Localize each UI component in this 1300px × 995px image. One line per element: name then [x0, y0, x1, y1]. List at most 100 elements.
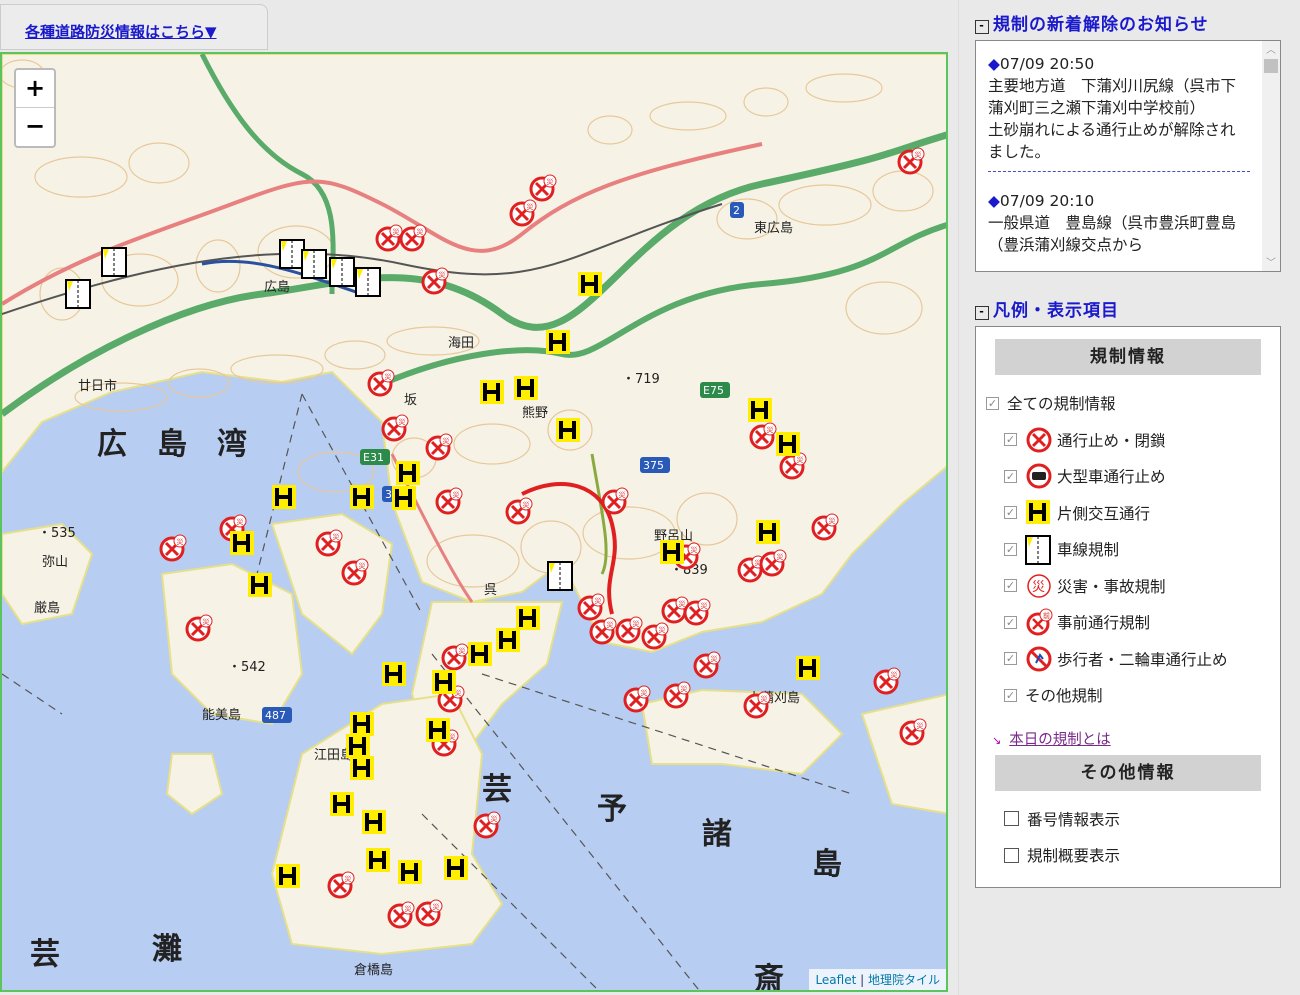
- svg-text:災: 災: [453, 491, 460, 499]
- svg-text:E31: E31: [363, 451, 384, 464]
- route-shield: E31: [360, 449, 390, 465]
- svg-text:災: 災: [459, 647, 466, 655]
- zoom-in-button[interactable]: +: [16, 70, 54, 107]
- svg-text:災: 災: [595, 597, 602, 605]
- divider: [988, 171, 1250, 172]
- news-time: ◆07/09 20:50: [988, 55, 1095, 73]
- news-time: ◆07/09 20:10: [988, 192, 1095, 210]
- regulation-header: 規制情報: [995, 339, 1261, 375]
- legend-label: 車線規制: [1057, 541, 1120, 560]
- legend-item-pedestrian-closure[interactable]: ✓ 歩行者・二輪車通行止め: [1004, 641, 1280, 678]
- legend-label: 災害・事故規制: [1057, 577, 1166, 596]
- svg-text:災: 災: [701, 602, 708, 610]
- place-label: 芸: [482, 772, 512, 807]
- legend-label: 大型車通行止め: [1057, 468, 1166, 487]
- checkbox[interactable]: ✓: [1004, 688, 1017, 702]
- place-label: 芸: [30, 937, 60, 972]
- svg-text:災: 災: [237, 518, 244, 526]
- legend-item-other[interactable]: ✓ その他規制: [1004, 677, 1280, 714]
- svg-text:災: 災: [523, 501, 530, 509]
- svg-text:災: 災: [681, 685, 688, 693]
- legend-item-closure[interactable]: ✓ 通行止め・閉鎖: [1004, 422, 1280, 459]
- svg-text:災: 災: [917, 722, 924, 730]
- svg-text:災: 災: [607, 621, 614, 629]
- news-text: 主要地方道 下蒲刈川尻線（呉市下蒲刈町三之瀬下蒲刈中学校前） 土砂崩れによる通行…: [988, 77, 1237, 161]
- checkbox[interactable]: ✓: [1004, 579, 1017, 593]
- place-label: ・535: [38, 526, 76, 541]
- pedestrian-closure-icon: [1025, 645, 1053, 673]
- place-label: 東広島: [754, 220, 793, 236]
- today-regulation-link[interactable]: 本日の規制とは: [1009, 732, 1111, 748]
- closure-icon: [1025, 426, 1053, 454]
- place-label: 坂: [404, 393, 417, 408]
- place-label: 倉橋島: [354, 963, 393, 978]
- legend-item-precaution[interactable]: ✓ 前事前通行規制: [1004, 604, 1280, 641]
- news-text: 一般県道 豊島線（呉市豊浜町豊島（豊浜蒲刈線交点から: [988, 214, 1237, 254]
- legend-label: 通行止め・閉鎖: [1057, 431, 1166, 450]
- news-panel: ◆07/09 20:50 主要地方道 下蒲刈川尻線（呉市下蒲刈町三之瀬下蒲刈中学…: [975, 40, 1281, 272]
- svg-text:災: 災: [203, 618, 210, 626]
- svg-text:災: 災: [443, 437, 450, 445]
- svg-text:災: 災: [797, 456, 804, 464]
- svg-text:災: 災: [891, 671, 898, 679]
- place-label: 諸: [702, 817, 732, 852]
- svg-text:災: 災: [527, 203, 534, 211]
- place-label: 予: [597, 792, 627, 827]
- svg-text:E75: E75: [703, 384, 724, 397]
- scrollbar[interactable]: ︿ ﹀: [1262, 41, 1280, 271]
- place-label: ・542: [228, 660, 266, 675]
- other-info-header: その他情報: [995, 754, 1261, 791]
- lane-restriction-icon: [1025, 535, 1053, 566]
- zoom-control: + −: [14, 68, 56, 148]
- other-info-checkbox[interactable]: 規制概要表示: [1004, 837, 1280, 874]
- news-section-header[interactable]: - 規制の新着解除のお知らせ: [975, 10, 1209, 35]
- disaster-icon: 災: [1025, 572, 1053, 600]
- road-disaster-info-link[interactable]: 各種道路防災情報はこちら▼: [25, 21, 217, 42]
- svg-text:487: 487: [265, 709, 286, 722]
- place-label: ・719: [622, 372, 660, 387]
- place-label: 呉: [484, 583, 497, 598]
- legend-item-large-vehicle-closure[interactable]: ✓ 大型車通行止め: [1004, 458, 1280, 495]
- svg-text:災: 災: [385, 373, 392, 381]
- legend-section-header[interactable]: - 凡例・表示項目: [975, 296, 1119, 321]
- other-info-checkbox[interactable]: 番号情報表示: [1004, 801, 1280, 838]
- svg-text:災: 災: [641, 689, 648, 697]
- checkbox[interactable]: [1004, 811, 1019, 827]
- checkbox[interactable]: ✓: [1004, 615, 1017, 629]
- svg-text:前: 前: [1043, 611, 1050, 620]
- checkbox[interactable]: ✓: [1004, 469, 1017, 483]
- legend-item-disaster[interactable]: ✓ 災災害・事故規制: [1004, 568, 1280, 605]
- place-label: 島: [812, 847, 842, 882]
- legend-label: その他規制: [1025, 687, 1103, 706]
- svg-text:災: 災: [417, 228, 424, 236]
- map[interactable]: 広 島 湾芸予諸島芸灘斎広島 廿日市 海田坂熊野呉江田島 東広島 野呂山 能美島 弥山 厳島倉…: [0, 52, 948, 992]
- place-label: 灘: [152, 932, 182, 967]
- leaflet-link[interactable]: Leaflet: [815, 973, 856, 987]
- svg-text:災: 災: [345, 875, 352, 883]
- checkbox[interactable]: ✓: [1004, 542, 1017, 556]
- collapse-icon[interactable]: -: [975, 306, 989, 320]
- land-nomi-island: [160, 562, 304, 726]
- svg-text:災: 災: [439, 271, 446, 279]
- svg-text:災: 災: [915, 151, 922, 159]
- route-shield: 375: [640, 457, 670, 473]
- checkbox[interactable]: ✓: [1004, 506, 1017, 520]
- svg-text:災: 災: [433, 903, 440, 911]
- legend-item-lane-restriction[interactable]: ✓ 車線規制: [1004, 531, 1280, 568]
- place-label: 熊野: [522, 405, 548, 421]
- all-regulations-checkbox[interactable]: ✓ 全ての規制情報: [986, 385, 1280, 422]
- checkbox[interactable]: [1004, 847, 1019, 863]
- route-shield: E75: [700, 382, 730, 398]
- svg-text:災: 災: [177, 538, 184, 546]
- svg-text:2: 2: [733, 204, 740, 217]
- legend-label: 歩行者・二輪車通行止め: [1057, 650, 1228, 669]
- zoom-out-button[interactable]: −: [16, 107, 54, 145]
- checkbox[interactable]: ✓: [1004, 652, 1017, 666]
- gsi-tiles-link[interactable]: 地理院タイル: [868, 973, 940, 987]
- svg-text:災: 災: [491, 815, 498, 823]
- place-label: 能美島: [202, 708, 241, 723]
- collapse-icon[interactable]: -: [975, 20, 989, 34]
- legend-item-alternating-traffic[interactable]: ✓ 片側交互通行: [1004, 495, 1280, 532]
- checkbox[interactable]: ✓: [1004, 433, 1017, 447]
- alternating-traffic-icon: [1025, 499, 1053, 527]
